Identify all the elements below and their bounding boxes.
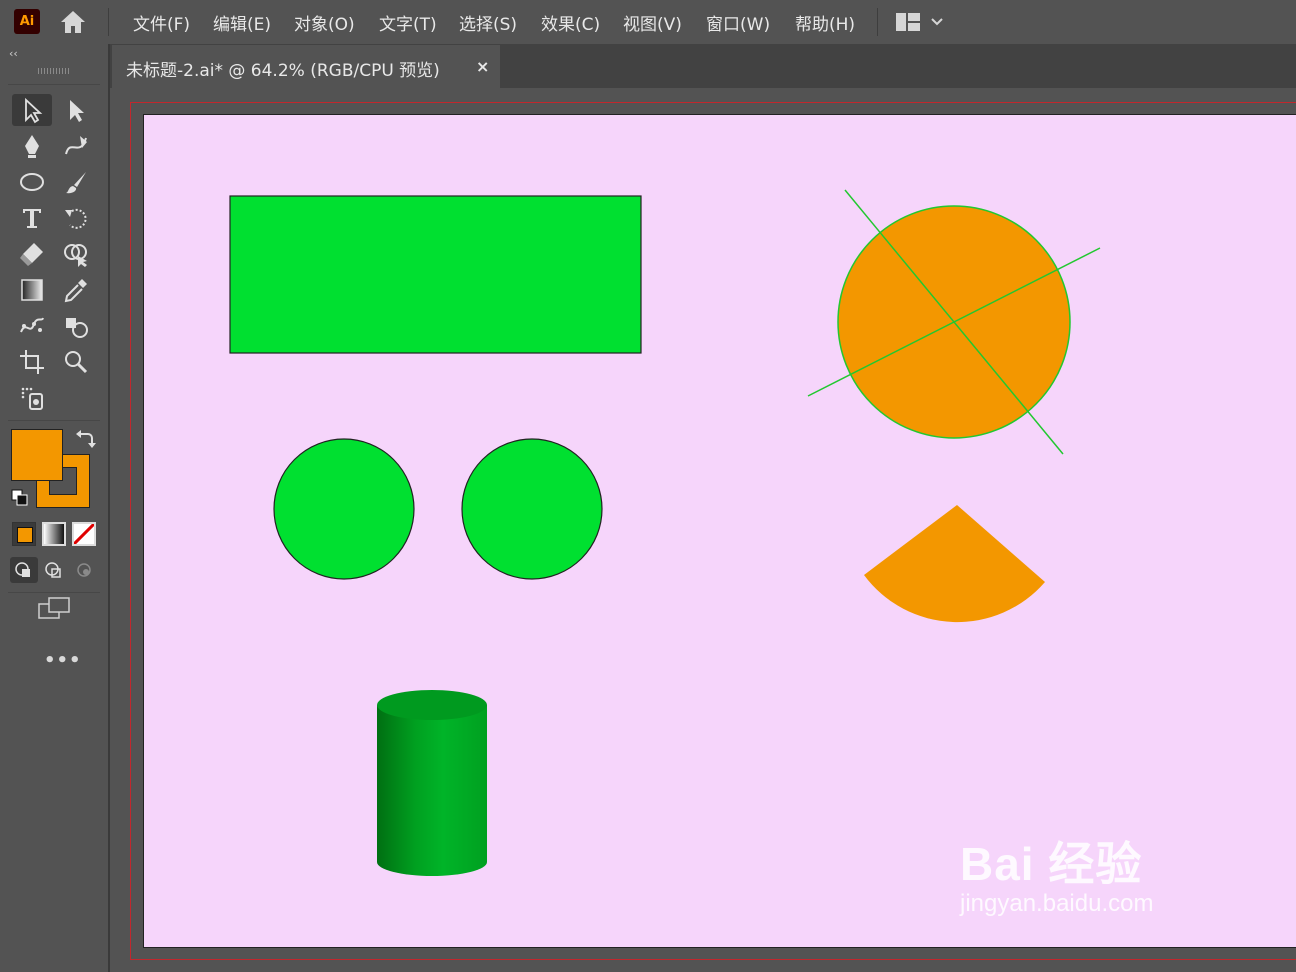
artboard-tool[interactable] xyxy=(12,346,52,378)
direct-selection-arrow-icon xyxy=(70,100,84,122)
close-icon[interactable]: × xyxy=(476,57,489,76)
edit-toolbar[interactable] xyxy=(12,382,52,414)
menu-file[interactable]: 文件(F) xyxy=(133,10,190,35)
menu-help[interactable]: 帮助(H) xyxy=(795,10,855,35)
pen-icon xyxy=(25,135,39,158)
artwork xyxy=(229,189,1101,876)
menu-effect[interactable]: 效果(C) xyxy=(541,10,600,35)
app-logo[interactable]: Ai xyxy=(14,9,40,34)
puppet-warp-tool[interactable] xyxy=(12,310,52,342)
green-rectangle[interactable] xyxy=(229,195,642,354)
type-tool[interactable] xyxy=(12,202,52,234)
document-tab[interactable]: 未标题-2.ai* @ 64.2% (RGB/CPU 预览) × xyxy=(112,45,500,88)
menu-select[interactable]: 选择(S) xyxy=(459,10,517,35)
draw-normal-icon[interactable] xyxy=(10,557,38,583)
symbol-sprayer-tool[interactable] xyxy=(56,310,96,342)
eyedropper-icon xyxy=(64,279,87,303)
curvature-tool[interactable] xyxy=(56,130,96,162)
collapse-panel-icon[interactable]: ‹‹ xyxy=(9,47,18,60)
chevron-down-icon[interactable] xyxy=(929,13,945,29)
magnifier-icon xyxy=(65,351,88,374)
green-circle-right[interactable] xyxy=(461,438,603,580)
none-icon xyxy=(74,524,94,544)
orange-sector[interactable] xyxy=(864,505,1045,623)
direct-selection-tool[interactable] xyxy=(56,94,96,126)
color-mode-button[interactable] xyxy=(12,522,36,546)
shape-builder-tool[interactable] xyxy=(56,238,96,270)
gradient-icon xyxy=(21,279,43,301)
swap-fill-stroke-icon[interactable] xyxy=(74,428,96,450)
watermark-url: jingyan.baidu.com xyxy=(960,890,1154,917)
tools-panel: ‹‹ ••• xyxy=(0,44,110,972)
canvas-area[interactable]: Bai 经验 jingyan.baidu.com xyxy=(110,88,1296,972)
rotate-icon xyxy=(65,208,87,229)
edit-toolbar-icon xyxy=(21,387,43,410)
draw-behind-icon[interactable] xyxy=(40,557,68,583)
panel-divider xyxy=(8,420,100,421)
gradient-tool[interactable] xyxy=(12,274,52,306)
paintbrush-icon xyxy=(66,172,86,194)
artboard-icon xyxy=(20,350,44,374)
more-tools-icon[interactable]: ••• xyxy=(44,650,82,671)
panel-divider xyxy=(8,592,100,593)
menu-edit[interactable]: 编辑(E) xyxy=(213,10,271,35)
menu-object[interactable]: 对象(O) xyxy=(294,10,355,35)
puppet-warp-icon xyxy=(20,317,44,333)
default-colors-icon[interactable] xyxy=(10,488,30,508)
watermark-brand: Bai 经验 xyxy=(960,838,1143,890)
pen-tool[interactable] xyxy=(12,130,52,162)
ellipse-tool[interactable] xyxy=(12,166,52,198)
ellipse-icon xyxy=(20,173,44,191)
eyedropper-tool[interactable] xyxy=(56,274,96,306)
home-icon[interactable] xyxy=(58,8,88,36)
color-mode-icon xyxy=(17,527,33,543)
gradient-mode-button[interactable] xyxy=(42,522,66,546)
menu-window[interactable]: 窗口(W) xyxy=(706,10,770,35)
selection-arrow-icon xyxy=(25,97,43,124)
workspace-switcher-icon[interactable] xyxy=(894,11,922,33)
fill-swatch[interactable] xyxy=(11,429,63,481)
draw-inside-icon[interactable] xyxy=(70,557,98,583)
type-icon xyxy=(23,209,41,228)
menu-divider xyxy=(108,8,109,36)
screen-mode-icon[interactable] xyxy=(37,596,73,622)
eraser-icon xyxy=(20,243,43,266)
menu-divider xyxy=(877,8,878,36)
paintbrush-tool[interactable] xyxy=(56,166,96,198)
eraser-tool[interactable] xyxy=(12,238,52,270)
none-mode-button[interactable] xyxy=(72,522,96,546)
document-tab-bar: 未标题-2.ai* @ 64.2% (RGB/CPU 预览) × xyxy=(110,44,1296,88)
panel-grip[interactable] xyxy=(38,68,70,74)
menu-view[interactable]: 视图(V) xyxy=(623,10,682,35)
shape-builder-icon xyxy=(64,244,87,267)
green-cylinder[interactable] xyxy=(377,690,487,876)
curvature-pen-icon xyxy=(65,136,87,155)
panel-divider xyxy=(8,84,100,85)
artboard[interactable] xyxy=(143,114,1296,948)
symbol-sprayer-icon xyxy=(66,318,88,338)
green-circle-left[interactable] xyxy=(273,438,415,580)
menu-type[interactable]: 文字(T) xyxy=(379,10,437,35)
menu-bar: Ai 文件(F) 编辑(E) 对象(O) 文字(T) 选择(S) 效果(C) 视… xyxy=(0,0,1296,44)
zoom-tool[interactable] xyxy=(56,346,96,378)
document-tab-title: 未标题-2.ai* @ 64.2% (RGB/CPU 预览) xyxy=(126,61,440,81)
selection-tool[interactable] xyxy=(12,94,52,126)
rotate-tool[interactable] xyxy=(56,202,96,234)
